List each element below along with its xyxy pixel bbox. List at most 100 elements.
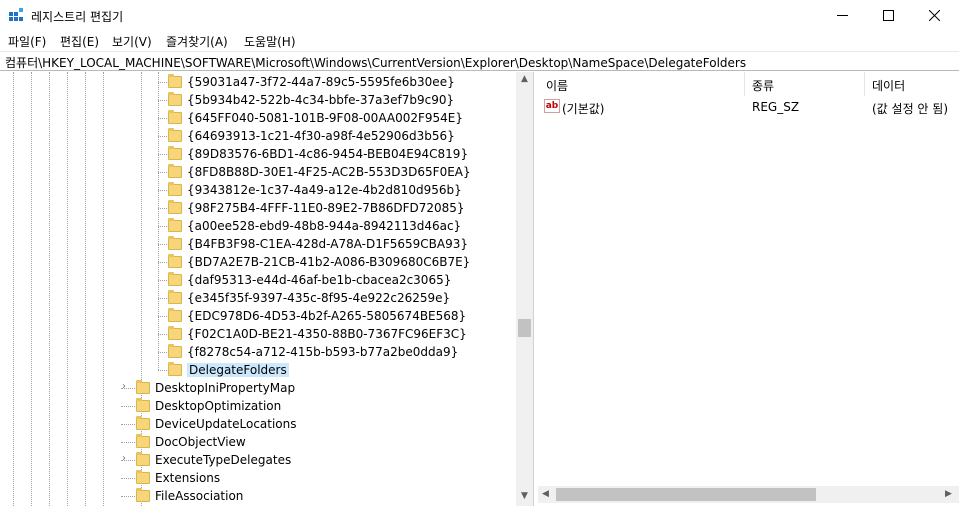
tree-item-guid[interactable]: {5b934b42-522b-4c34-bbfe-37a3ef7b9c90}	[168, 91, 454, 109]
menu-edit[interactable]: 편집(E)	[60, 33, 99, 50]
tree-item-label: DelegateFolders	[187, 363, 289, 377]
tree-item-label: {a00ee528-ebd9-48b8-944a-8942113d46ac}	[187, 219, 462, 233]
folder-icon	[168, 110, 182, 124]
tree-item[interactable]: DocObjectView	[136, 433, 246, 451]
tree-connector-line	[121, 442, 135, 443]
tree-connector-line	[158, 262, 167, 263]
folder-icon	[168, 290, 182, 304]
tree-item-label: {B4FB3F98-C1EA-428d-A78A-D1F5659CBA93}	[187, 237, 469, 251]
tree-connector-line	[121, 406, 135, 407]
tree-vertical-scrollbar[interactable]: ▲ ▼	[516, 72, 533, 506]
tree-item-guid[interactable]: {9343812e-1c37-4a49-a12e-4b2d810d956b}	[168, 181, 462, 199]
values-scroll-thumb[interactable]	[556, 488, 816, 501]
tree-connector-line	[158, 136, 167, 137]
tree-item-label: {9343812e-1c37-4a49-a12e-4b2d810d956b}	[187, 183, 462, 197]
maximize-button[interactable]	[865, 0, 911, 31]
tree-item-label: DocObjectView	[155, 435, 246, 449]
value-data: (값 설정 안 됨)	[872, 102, 949, 116]
folder-icon	[168, 308, 182, 322]
close-button[interactable]	[911, 0, 957, 31]
tree-item-guid[interactable]: {B4FB3F98-C1EA-428d-A78A-D1F5659CBA93}	[168, 235, 468, 253]
tree-item-label: Extensions	[155, 471, 221, 485]
menu-help[interactable]: 도움말(H)	[244, 33, 296, 50]
tree-item-guid[interactable]: {645FF040-5081-101B-9F08-00AA002F954E}	[168, 109, 463, 127]
folder-icon	[168, 218, 182, 232]
tree-item-guid[interactable]: {64693913-1c21-4f30-a98f-4e52906d3b56}	[168, 127, 455, 145]
column-header-type[interactable]: 종류	[745, 72, 865, 96]
tree-connector-line	[158, 172, 167, 173]
tree-item-label: DesktopOptimization	[155, 399, 282, 413]
tree-item-label: {8FD8B88D-30E1-4F25-AC2B-553D3D65F0EA}	[187, 165, 471, 179]
tree-item-guid[interactable]: {e345f35f-9397-435c-8f95-4e922c26259e}	[168, 289, 450, 307]
menu-favorites[interactable]: 즐겨찾기(A)	[166, 33, 228, 50]
tree-connector-line	[158, 334, 167, 335]
tree-connector-line	[121, 424, 135, 425]
menu-bar: 파일(F) 편집(E) 보기(V) 즐겨찾기(A) 도움말(H)	[0, 31, 959, 51]
tree-item[interactable]: DeviceUpdateLocations	[136, 415, 297, 433]
tree-item[interactable]: Extensions	[136, 469, 220, 487]
folder-icon	[136, 380, 150, 394]
minimize-button[interactable]	[819, 0, 865, 31]
menu-view[interactable]: 보기(V)	[112, 33, 152, 50]
scroll-right-arrow-icon[interactable]: ▶	[945, 489, 952, 499]
tree-connector-line	[121, 478, 135, 479]
tree-item-guid[interactable]: {EDC978D6-4D53-4b2f-A265-5805674BE568}	[168, 307, 466, 325]
address-bar[interactable]: 컴퓨터\HKEY_LOCAL_MACHINE\SOFTWARE\Microsof…	[0, 51, 959, 71]
tree-item-label: {89D83576-6BD1-4c86-9454-BEB04E94C819}	[187, 147, 469, 161]
tree-guide-line	[158, 72, 159, 370]
expand-chevron-icon[interactable]: ›	[122, 382, 130, 392]
tree-item-guid[interactable]: {daf95313-e44d-46af-be1b-cbacea2c3065}	[168, 271, 451, 289]
address-path: 컴퓨터\HKEY_LOCAL_MACHINE\SOFTWARE\Microsof…	[5, 56, 747, 70]
tree-connector-line	[158, 154, 167, 155]
title-bar: 레지스트리 편집기	[0, 0, 959, 31]
tree-item[interactable]: FileAssociation	[136, 487, 243, 505]
close-icon	[928, 10, 940, 21]
tree-item-guid[interactable]: {8FD8B88D-30E1-4F25-AC2B-553D3D65F0EA}	[168, 163, 471, 181]
column-header-data[interactable]: 데이터	[865, 72, 959, 96]
tree-connector-line	[158, 190, 167, 191]
tree-guide-line	[103, 72, 104, 506]
expand-chevron-icon[interactable]: ›	[122, 454, 130, 464]
values-horizontal-scrollbar[interactable]: ◀ ▶	[538, 486, 959, 503]
folder-icon	[168, 92, 182, 106]
tree-item[interactable]: DesktopIniPropertyMap	[136, 379, 295, 397]
value-row[interactable]: ab (기본값) REG_SZ (값 설정 안 됨)	[538, 98, 959, 116]
tree-item-label: {64693913-1c21-4f30-a98f-4e52906d3b56}	[187, 129, 455, 143]
scroll-left-arrow-icon[interactable]: ◀	[542, 489, 549, 499]
folder-icon	[136, 488, 150, 502]
tree-guide-line	[31, 72, 32, 506]
column-header-name[interactable]: 이름	[538, 72, 745, 96]
folder-icon	[168, 272, 182, 286]
tree-item-guid[interactable]: {98F275B4-4FFF-11E0-89E2-7B86DFD72085}	[168, 199, 465, 217]
registry-tree[interactable]: {59031a47-3f72-44a7-89c5-5595fe6b30ee} {5…	[0, 72, 534, 506]
tree-connector-line	[158, 208, 167, 209]
tree-item-label: DeviceUpdateLocations	[155, 417, 297, 431]
values-pane[interactable]: 이름 종류 데이터 ab (기본값) REG_SZ (값 설정 안 됨)	[538, 72, 959, 506]
tree-connector-line	[158, 244, 167, 245]
tree-item-selected[interactable]: DelegateFolders	[168, 361, 289, 379]
folder-icon	[168, 74, 182, 88]
tree-item-guid[interactable]: {59031a47-3f72-44a7-89c5-5595fe6b30ee}	[168, 73, 455, 91]
folder-icon	[168, 146, 182, 160]
tree-scroll-thumb[interactable]	[518, 319, 531, 337]
tree-item-guid[interactable]: {89D83576-6BD1-4c86-9454-BEB04E94C819}	[168, 145, 468, 163]
folder-icon	[168, 254, 182, 268]
tree-item[interactable]: DesktopOptimization	[136, 397, 281, 415]
tree-item-guid[interactable]: {BD7A2E7B-21CB-41b2-A086-B309680C6B7E}	[168, 253, 470, 271]
tree-item-label: {daf95313-e44d-46af-be1b-cbacea2c3065}	[187, 273, 452, 287]
tree-guide-line	[85, 72, 86, 506]
menu-file[interactable]: 파일(F)	[8, 33, 46, 50]
tree-connector-line	[158, 298, 167, 299]
tree-item[interactable]: ExecuteTypeDelegates	[136, 451, 291, 469]
scroll-up-arrow-icon[interactable]: ▲	[521, 74, 528, 84]
scroll-down-arrow-icon[interactable]: ▼	[521, 491, 528, 501]
tree-connector-line	[158, 226, 167, 227]
tree-item-guid[interactable]: {f8278c54-a712-415b-b593-b77a2be0dda9}	[168, 343, 458, 361]
folder-icon	[136, 416, 150, 430]
tree-connector-line	[158, 370, 167, 371]
tree-guide-line	[67, 72, 68, 506]
tree-item-guid[interactable]: {a00ee528-ebd9-48b8-944a-8942113d46ac}	[168, 217, 461, 235]
value-name: (기본값)	[562, 102, 605, 116]
tree-item-guid[interactable]: {F02C1A0D-BE21-4350-88B0-7367FC96EF3C}	[168, 325, 467, 343]
folder-icon	[136, 452, 150, 466]
